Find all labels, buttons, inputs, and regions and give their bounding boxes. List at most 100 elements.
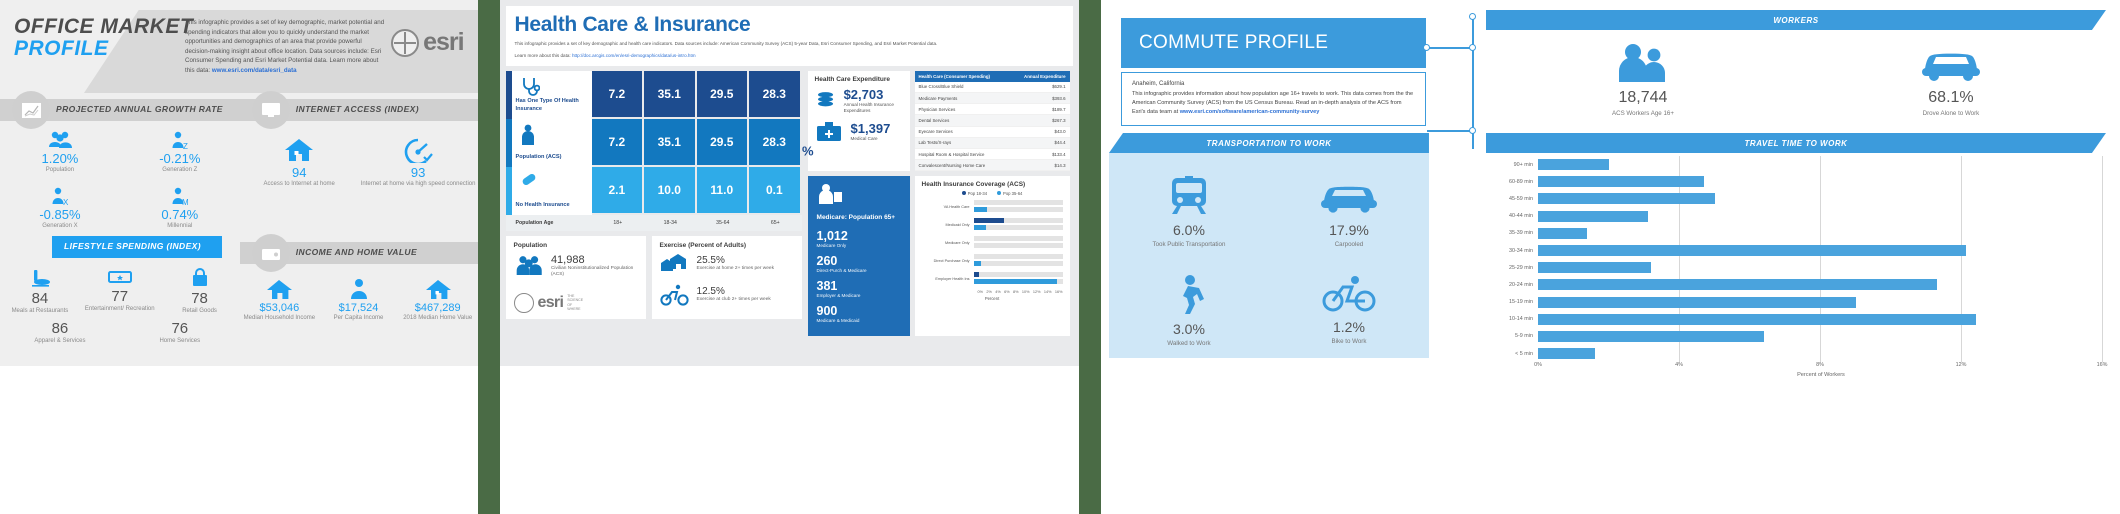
x-tick: 16% — [1054, 290, 1063, 295]
band-label: INCOME AND HOME VALUE — [295, 247, 418, 257]
medicare-caption: Employer & Medicare — [816, 292, 861, 298]
monitor-icon — [251, 91, 290, 129]
panel2-subtitle: This infographic provides a set of key d… — [514, 41, 938, 46]
bar — [1537, 313, 1977, 325]
bar — [1537, 330, 1765, 342]
insurance-table: Has One Type Of Health Insurance 7.2 35.… — [505, 70, 814, 231]
cell-label: Blue Cross/Blue Shield — [914, 81, 1011, 94]
connector-node — [1468, 127, 1476, 134]
speed-gauge-icon — [404, 138, 433, 163]
age-group: 35-64 — [716, 219, 730, 226]
stat-caption: Median Household Income — [243, 315, 316, 321]
chart-x-label: Percent of Workers — [1797, 372, 1845, 379]
expenditure-caption: Annual Health Insurance Expenditures — [843, 101, 894, 113]
cell-value: $629.1 — [1010, 81, 1070, 94]
bar-track — [973, 242, 1063, 248]
esri-wordmark: esri — [423, 28, 464, 56]
stat-value: 78 — [191, 290, 208, 307]
worker-stat-drove-alone: 68.1% Drove Alone to Work — [1801, 42, 2101, 117]
car-icon — [1921, 53, 1980, 81]
medicare-value: 900 — [816, 303, 838, 318]
person-medicare-icon — [818, 184, 842, 205]
y-tick: 30-34 min — [1508, 247, 1533, 254]
table-cell: 10.0 — [644, 166, 697, 215]
x-tick: 4% — [1675, 362, 1683, 369]
stat-population: 1.20% Population — [0, 131, 120, 175]
bar-pop3564 — [973, 278, 1058, 284]
row-bars — [973, 218, 1063, 231]
house-icon — [285, 139, 314, 161]
chart-row: 40-44 min — [1486, 208, 2104, 225]
x-tick: 16% — [2096, 362, 2108, 369]
age-group: 18-34 — [663, 219, 677, 226]
table-row: Has One Type Of Health Insurance 7.2 35.… — [505, 70, 802, 119]
stat-caption: Retail Goods — [182, 308, 217, 314]
exercise-caption: Exercise at home 2+ times per week — [696, 266, 774, 272]
stethoscope-icon — [522, 77, 540, 96]
consumer-spending-table-wrap: Health Care (Consumer Spending) Annual E… — [914, 70, 1070, 172]
x-tick: 0% — [1534, 362, 1542, 369]
bar-track — [973, 272, 1063, 278]
bar-track — [973, 224, 1063, 230]
transport-walk: 3.0% Walked to Work — [1109, 274, 1269, 347]
car-icon — [1320, 186, 1377, 213]
stat-caption: Per Capita Income — [333, 315, 384, 321]
stat-retail: 78 Retail Goods — [160, 268, 240, 316]
link-label: Learn more about this data: — [514, 52, 571, 58]
age-group: 65+ — [770, 219, 780, 226]
travel-time-band: TRAVEL TIME TO WORK — [1486, 133, 2106, 153]
title-line-1: OFFICE MARKET — [14, 15, 194, 38]
bar — [1537, 227, 1588, 239]
stat-caption: Entertainment/ Recreation — [84, 306, 155, 312]
commute-description-box: Anaheim, California This infographic pro… — [1120, 72, 1426, 126]
row-label-cell: Has One Type Of Health Insurance — [505, 70, 592, 119]
connector-line — [1426, 47, 1473, 49]
bar-pop3564 — [973, 260, 981, 266]
table-row: Population (ACS) 7.2 35.1 29.5 28.3 % — [505, 118, 814, 167]
description-link[interactable]: www.esri.com/data/esri_data — [212, 67, 297, 74]
stat-entertainment: 77 Entertainment/ Recreation — [80, 268, 160, 316]
transportation-panel: 6.0% Took Public Transportation 17.9% Ca… — [1108, 153, 1429, 358]
stat-caption: Internet at home via high speed connecti… — [360, 181, 476, 187]
row-label: Direct Purchase Only — [933, 258, 970, 263]
title-line-2: PROFILE — [14, 37, 109, 61]
medical-bag-icon — [816, 121, 841, 141]
bar — [1537, 176, 1705, 188]
coins-icon — [817, 92, 833, 107]
ticket-icon — [107, 271, 132, 283]
row-label: Population (ACS) — [515, 153, 562, 160]
row-bars — [973, 254, 1063, 267]
bar — [1537, 279, 1938, 291]
bar-track — [973, 236, 1063, 242]
transport-value: 17.9% — [1329, 222, 1369, 238]
data-source-link[interactable]: http://doc.arcgis.com/en/esri-demographi… — [572, 53, 696, 58]
bar — [1537, 193, 1715, 205]
esri-tagline: THE SCIENCE OF WHERE — [567, 293, 584, 312]
stat-value: -0.21% — [159, 151, 201, 166]
commute-description: This infographic provides information ab… — [1132, 90, 1415, 117]
worker-caption: ACS Workers Age 16+ — [1611, 110, 1674, 117]
people-group-icon — [516, 256, 542, 275]
chart-row: Medicare Only — [922, 236, 1063, 249]
transport-bike: 1.2% Bike to Work — [1269, 274, 1429, 347]
chart-legend: Pop 18-34 Pop 35-64 — [922, 191, 1063, 196]
row-label: No Health Insurance — [515, 201, 570, 208]
chart-row: 20-24 min — [1486, 276, 2104, 293]
row-label: Medicare Only — [945, 240, 970, 245]
medicare-caption: Direct-Purch & Medicare — [816, 267, 867, 273]
cell-value: $267.3 — [1010, 114, 1070, 127]
location-label: Anaheim, California — [1131, 81, 1185, 87]
pill-icon — [522, 173, 535, 185]
cell-label: Medicare Payments — [914, 92, 1011, 105]
exercise-item: 12.5% Exercise at club 2+ times per week — [659, 284, 794, 306]
percent-symbol: % — [801, 143, 814, 159]
table-cell: 11.0 — [696, 166, 750, 215]
bar — [1537, 296, 1857, 308]
chart-row: 90+ min — [1486, 156, 2104, 173]
table-row: Blue Cross/Blue Shield $629.1 — [914, 81, 1070, 94]
stat-caption: Generation X — [42, 222, 78, 229]
description-link[interactable]: www.esri.com/software/american-community… — [1180, 109, 1320, 115]
y-tick: 35-39 min — [1508, 230, 1533, 237]
stat-per-capita-income: $17,524 Per Capita Income — [319, 278, 398, 323]
y-tick: 20-24 min — [1508, 281, 1533, 288]
